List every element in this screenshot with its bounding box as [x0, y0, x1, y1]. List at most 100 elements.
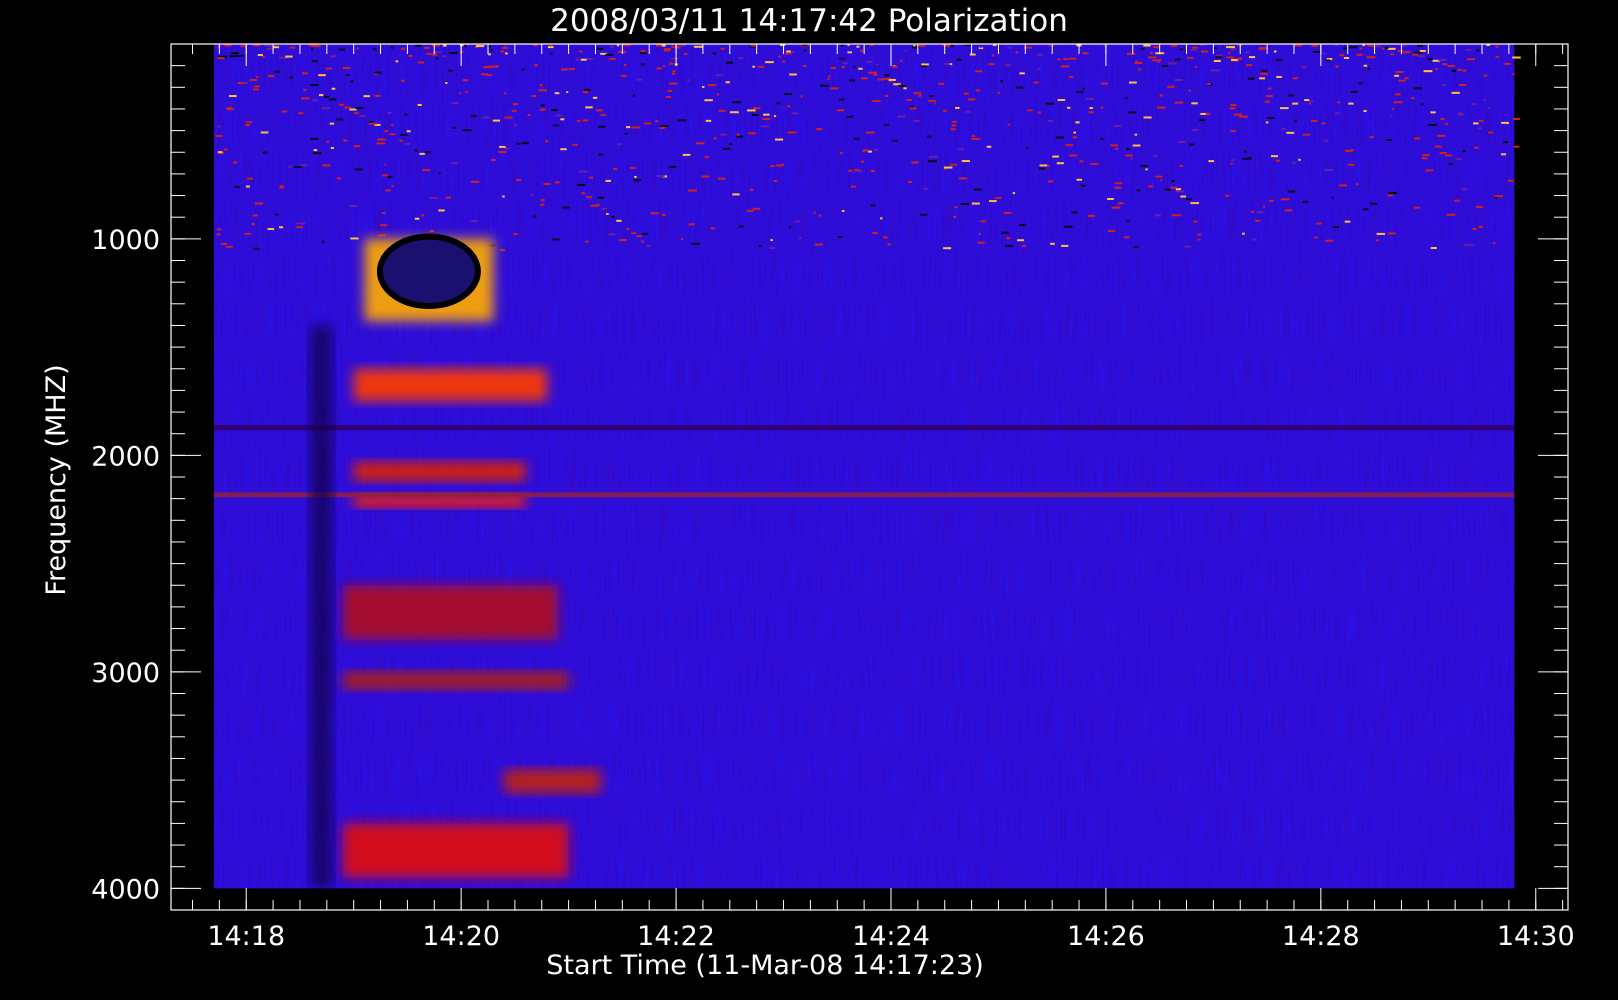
noise-mark: [1143, 44, 1151, 47]
noise-mark: [1462, 150, 1466, 153]
noise-mark: [331, 87, 336, 90]
noise-mark: [387, 111, 392, 114]
noise-mark: [1208, 160, 1215, 163]
noise-mark: [1076, 178, 1083, 181]
noise-mark: [1414, 137, 1421, 140]
noise-mark: [1252, 238, 1257, 241]
noise-mark: [1245, 51, 1250, 54]
noise-mark: [954, 106, 960, 109]
noise-mark: [592, 96, 598, 99]
noise-mark: [636, 235, 642, 238]
noise-mark: [596, 203, 600, 206]
noise-mark: [555, 114, 563, 117]
noise-mark: [686, 79, 690, 82]
noise-mark: [1060, 65, 1070, 68]
noise-mark: [868, 71, 878, 74]
y-tick-label: 3000: [91, 658, 160, 689]
noise-mark: [1479, 119, 1484, 122]
noise-mark: [1267, 87, 1272, 90]
noise-mark: [1462, 69, 1467, 72]
noise-mark: [827, 78, 830, 81]
noise-mark: [1071, 211, 1078, 214]
noise-mark: [414, 217, 420, 220]
noise-mark: [1007, 46, 1012, 49]
noise-mark: [470, 220, 478, 223]
noise-mark: [1171, 44, 1178, 47]
noise-mark: [1063, 58, 1069, 61]
noise-mark: [671, 72, 675, 75]
noise-mark: [1331, 196, 1334, 199]
noise-mark: [1425, 169, 1434, 172]
noise-mark: [888, 78, 896, 81]
noise-mark: [301, 97, 310, 100]
noise-mark: [1233, 113, 1243, 116]
noise-mark: [762, 118, 771, 121]
noise-mark: [860, 160, 865, 163]
noise-mark: [391, 185, 394, 188]
noise-mark: [459, 92, 462, 95]
noise-mark: [350, 237, 359, 240]
noise-mark: [818, 214, 822, 217]
noise-mark: [1419, 50, 1426, 53]
noise-mark: [420, 214, 425, 217]
noise-mark: [701, 175, 710, 178]
noise-mark: [273, 46, 280, 49]
noise-mark: [943, 109, 947, 112]
noise-mark: [1050, 242, 1055, 245]
noise-mark: [1159, 94, 1164, 97]
noise-mark: [1250, 210, 1254, 213]
noise-mark: [1148, 185, 1153, 188]
noise-mark: [997, 91, 1001, 94]
noise-mark: [342, 66, 351, 69]
noise-mark: [695, 142, 705, 145]
noise-mark: [639, 52, 647, 55]
noise-mark: [1155, 175, 1163, 178]
noise-mark: [1063, 225, 1073, 228]
noise-mark: [656, 175, 665, 178]
noise-mark: [475, 45, 485, 48]
noise-mark: [1472, 227, 1477, 230]
noise-mark: [1466, 58, 1476, 61]
noise-mark: [1258, 47, 1268, 50]
noise-mark: [1259, 77, 1266, 80]
noise-mark: [406, 130, 411, 133]
noise-mark: [1276, 75, 1282, 78]
noise-mark: [253, 85, 260, 88]
noise-mark: [960, 203, 970, 206]
noise-mark: [1033, 81, 1039, 84]
noise-mark: [1495, 45, 1499, 48]
noise-mark: [965, 110, 971, 113]
noise-mark: [858, 67, 863, 70]
noise-mark: [356, 47, 359, 50]
noise-mark: [816, 128, 823, 131]
noise-mark: [1039, 167, 1045, 170]
polarization-spectrogram: 2008/03/11 14:17:42 Polarization 14:18 14…: [41, 3, 1575, 981]
noise-mark: [680, 238, 684, 241]
noise-mark: [851, 185, 856, 188]
noise-mark: [1136, 189, 1141, 192]
noise-mark: [1230, 104, 1237, 107]
noise-mark: [633, 179, 642, 182]
noise-mark: [230, 52, 239, 55]
noise-mark: [1237, 57, 1243, 60]
noise-mark: [470, 180, 480, 183]
noise-mark: [338, 48, 346, 51]
noise-mark: [969, 53, 976, 56]
noise-mark: [952, 120, 957, 123]
noise-mark: [608, 233, 616, 236]
noise-mark: [1174, 101, 1184, 104]
noise-mark: [382, 174, 389, 177]
noise-mark: [378, 234, 386, 237]
noise-mark: [299, 164, 308, 167]
noise-mark: [1065, 143, 1074, 146]
noise-mark: [786, 50, 791, 53]
noise-mark: [672, 70, 676, 73]
noise-mark: [910, 107, 917, 110]
noise-mark: [318, 94, 324, 97]
noise-mark: [576, 183, 586, 186]
noise-mark: [445, 82, 448, 85]
noise-mark: [757, 65, 765, 68]
noise-mark: [353, 145, 361, 148]
noise-mark: [530, 193, 534, 196]
noise-mark: [422, 169, 430, 172]
